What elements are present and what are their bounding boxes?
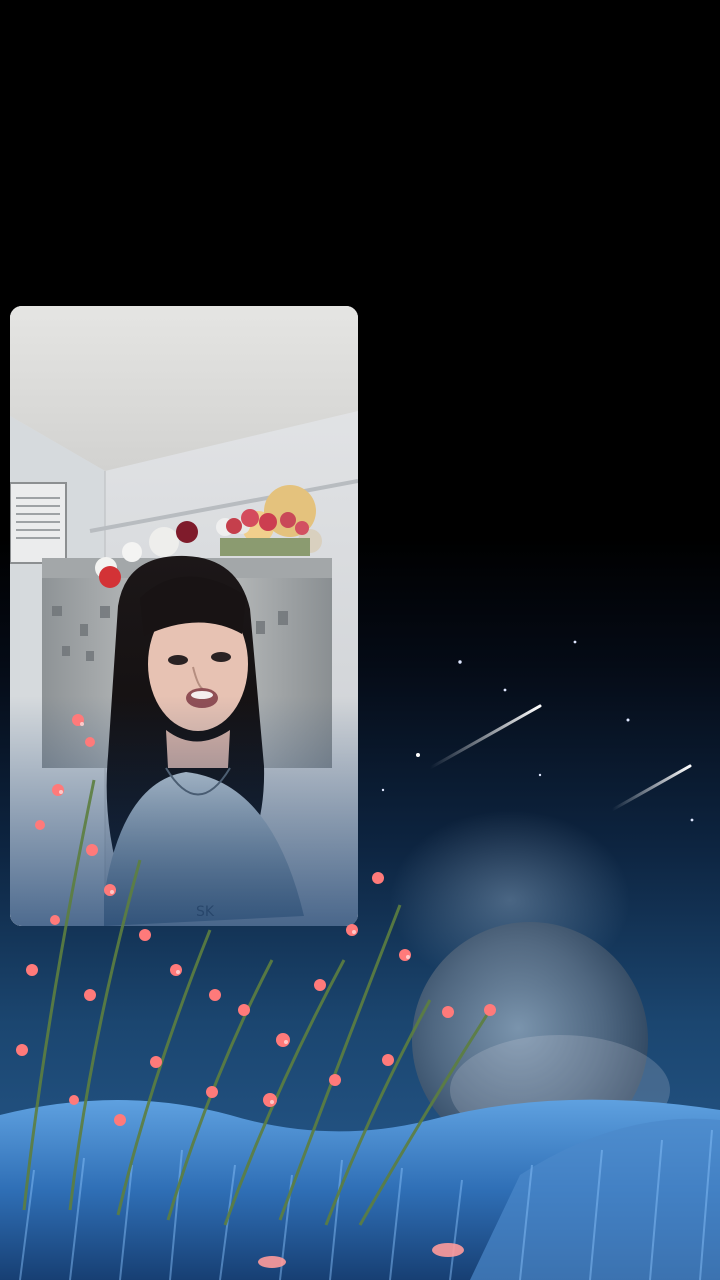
live-video-screen: SK [0,0,720,1280]
star [626,718,630,722]
moon-glow [450,1035,670,1145]
star [458,660,462,664]
star [538,773,542,777]
shooting-star-icon [428,704,542,770]
star [416,753,420,757]
red-flower-decoration [99,566,121,588]
shooting-star-icon [610,764,692,812]
camera-video-panel: SK [10,306,358,926]
star [690,818,694,822]
star [503,688,507,692]
camera-video-frame: SK [10,306,358,926]
star [573,640,577,644]
star [381,788,385,792]
